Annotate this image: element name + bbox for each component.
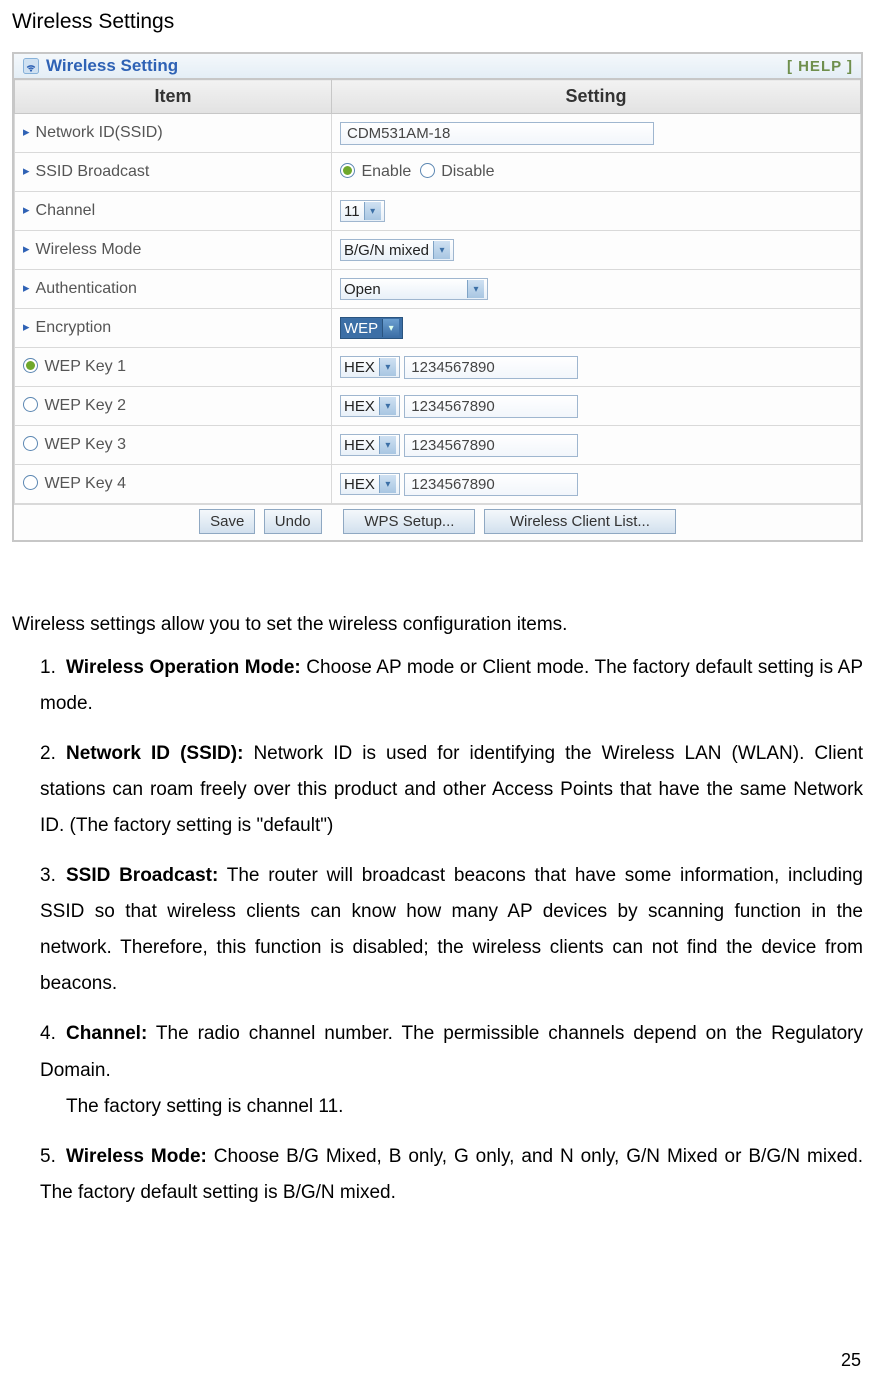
- chevron-down-icon: ▾: [379, 397, 396, 415]
- chevron-down-icon: ▾: [467, 280, 484, 298]
- enc-value: WEP: [344, 320, 378, 337]
- bullet-icon: ▸: [23, 124, 30, 139]
- label-broadcast: SSID Broadcast: [36, 163, 150, 180]
- enc-select[interactable]: WEP▾: [340, 317, 403, 339]
- channel-value: 11: [344, 203, 360, 220]
- auth-value: Open: [344, 281, 463, 298]
- label-mode: Wireless Mode: [36, 241, 142, 258]
- intro-text: Wireless settings allow you to set the w…: [12, 612, 863, 638]
- label-disable: Disable: [441, 163, 494, 180]
- key-input[interactable]: 1234567890: [404, 356, 578, 379]
- radio-wepkey[interactable]: [23, 436, 38, 451]
- keyformat-select[interactable]: HEX▾: [340, 356, 400, 378]
- keyformat-value: HEX: [344, 437, 375, 454]
- channel-select[interactable]: 11▾: [340, 200, 385, 222]
- settings-table: Item Setting ▸ Network ID(SSID) CDM531AM-…: [14, 79, 861, 504]
- label-wepkey: WEP Key 4: [44, 475, 126, 492]
- keyformat-value: HEX: [344, 359, 375, 376]
- chevron-down-icon: ▾: [364, 202, 381, 220]
- page-number: 25: [841, 1350, 861, 1371]
- radio-enable[interactable]: [340, 163, 355, 178]
- label-wepkey: WEP Key 3: [44, 436, 126, 453]
- label-wepkey: WEP Key 2: [44, 397, 126, 414]
- client-list-button[interactable]: Wireless Client List...: [484, 509, 676, 534]
- list-item: 4.Channel: The radio channel number. The…: [40, 1016, 863, 1124]
- list-item: 3.SSID Broadcast: The router will broadc…: [40, 858, 863, 1002]
- th-item: Item: [15, 80, 332, 114]
- bullet-icon: ▸: [23, 202, 30, 217]
- chevron-down-icon: ▾: [379, 475, 396, 493]
- bullet-icon: ▸: [23, 163, 30, 178]
- mode-select[interactable]: B/G/N mixed▾: [340, 239, 454, 261]
- keyformat-value: HEX: [344, 398, 375, 415]
- keyformat-value: HEX: [344, 476, 375, 493]
- undo-button[interactable]: Undo: [264, 509, 322, 534]
- chevron-down-icon: ▾: [379, 436, 396, 454]
- list-item: 5.Wireless Mode: Choose B/G Mixed, B onl…: [40, 1139, 863, 1211]
- bullet-icon: ▸: [23, 280, 30, 295]
- chevron-down-icon: ▾: [382, 319, 399, 337]
- label-ssid: Network ID(SSID): [36, 124, 163, 141]
- label-channel: Channel: [36, 202, 96, 219]
- list-item: 2.Network ID (SSID): Network ID is used …: [40, 736, 863, 844]
- keyformat-select[interactable]: HEX▾: [340, 473, 400, 495]
- bullet-icon: ▸: [23, 319, 30, 334]
- save-button[interactable]: Save: [199, 509, 255, 534]
- label-wepkey: WEP Key 1: [44, 358, 126, 375]
- chevron-down-icon: ▾: [433, 241, 450, 259]
- panel-title: Wireless Setting: [46, 56, 787, 76]
- mode-value: B/G/N mixed: [344, 242, 429, 259]
- help-link[interactable]: [ HELP ]: [787, 58, 853, 75]
- ssid-input[interactable]: CDM531AM-18: [340, 122, 654, 145]
- radio-wepkey[interactable]: [23, 358, 38, 373]
- chevron-down-icon: ▾: [379, 358, 396, 376]
- wireless-panel: Wireless Setting [ HELP ] Item Setting ▸…: [12, 52, 863, 542]
- label-enc: Encryption: [36, 319, 112, 336]
- key-input[interactable]: 1234567890: [404, 434, 578, 457]
- wireless-icon: [22, 57, 40, 75]
- bullet-icon: ▸: [23, 241, 30, 256]
- section-title: Wireless Settings: [12, 10, 863, 34]
- key-input[interactable]: 1234567890: [404, 473, 578, 496]
- key-input[interactable]: 1234567890: [404, 395, 578, 418]
- label-auth: Authentication: [36, 280, 137, 297]
- auth-select[interactable]: Open▾: [340, 278, 488, 300]
- radio-disable[interactable]: [420, 163, 435, 178]
- radio-wepkey[interactable]: [23, 475, 38, 490]
- list-item: 1.Wireless Operation Mode: Choose AP mod…: [40, 650, 863, 722]
- keyformat-select[interactable]: HEX▾: [340, 434, 400, 456]
- wps-button[interactable]: WPS Setup...: [343, 509, 475, 534]
- radio-wepkey[interactable]: [23, 397, 38, 412]
- label-enable: Enable: [361, 163, 411, 180]
- th-setting: Setting: [332, 80, 861, 114]
- keyformat-select[interactable]: HEX▾: [340, 395, 400, 417]
